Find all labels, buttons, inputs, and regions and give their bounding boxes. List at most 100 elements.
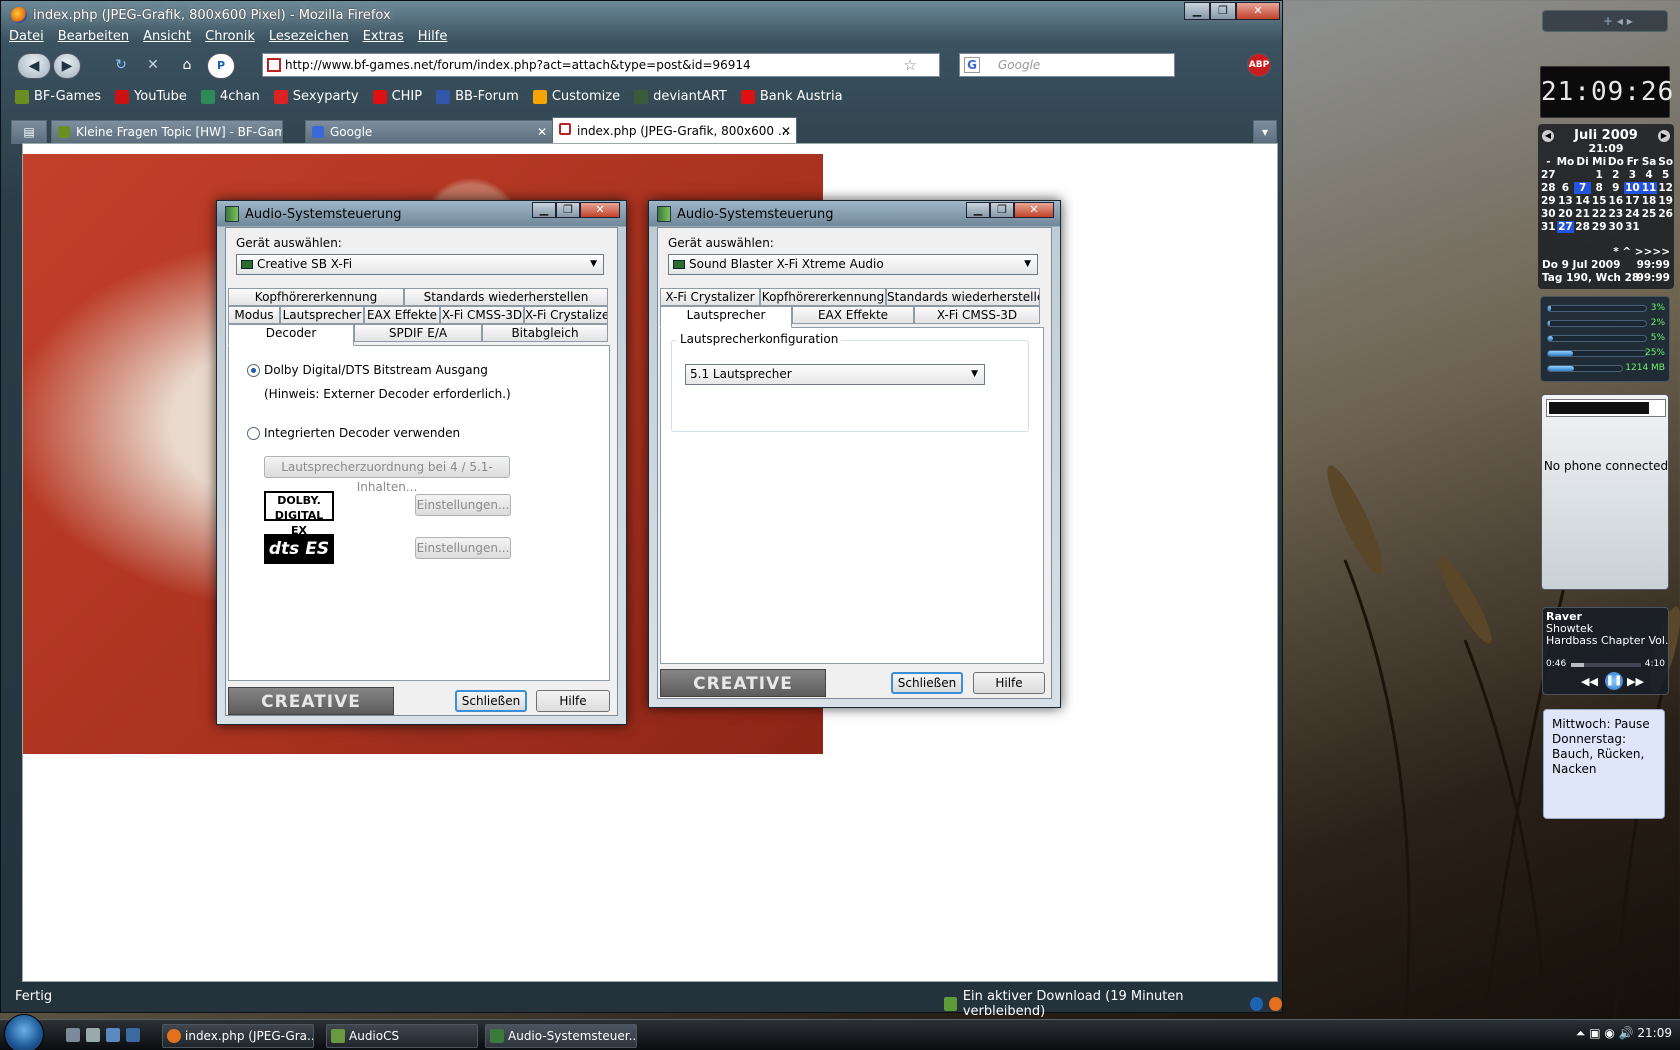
show-desktop-icon[interactable]: [66, 1028, 80, 1042]
tab-lautsprecher[interactable]: Lautsprecher: [280, 306, 364, 324]
close-button[interactable]: ✕: [1014, 202, 1054, 218]
menu-ansicht[interactable]: Ansicht: [143, 29, 191, 44]
calendar-day[interactable]: 8: [1591, 182, 1608, 194]
menu-lesezeichen[interactable]: Lesezeichen: [269, 29, 349, 44]
tab-cmss-3d[interactable]: X-Fi CMSS-3D: [914, 306, 1040, 324]
bitstream-radio[interactable]: [247, 364, 260, 377]
calendar-day[interactable]: 11: [1640, 182, 1658, 194]
addon-icon[interactable]: P: [207, 53, 235, 79]
bookmark-chip[interactable]: CHIP: [372, 89, 422, 104]
bookmark-star-icon[interactable]: ☆: [904, 54, 917, 76]
calendar-day[interactable]: 31: [1624, 221, 1641, 233]
calendar-day[interactable]: [1641, 221, 1658, 233]
tab-standards[interactable]: Standards wiederherstellen: [886, 288, 1040, 306]
menu-bearbeiten[interactable]: Bearbeiten: [58, 29, 129, 44]
quicklaunch-icon[interactable]: [126, 1028, 140, 1042]
tab-lautsprecher[interactable]: Lautsprecher: [660, 306, 792, 328]
device-select[interactable]: Sound Blaster X-Fi Xtreme Audio ▼: [668, 254, 1038, 275]
maximize-button[interactable]: ❐: [1210, 2, 1236, 20]
next-month-icon[interactable]: ▶: [1658, 130, 1670, 142]
calendar-nav[interactable]: * ^ >>>>: [1613, 246, 1670, 258]
device-select[interactable]: Creative SB X-Fi ▼: [236, 254, 604, 275]
tab-eax-effekte[interactable]: EAX Effekte: [364, 306, 440, 324]
taskbar-firefox[interactable]: index.php (JPEG-Gra...: [162, 1024, 314, 1048]
notes-gadget[interactable]: Mittwoch: Pause Donnerstag: Bauch, Rücke…: [1543, 709, 1665, 819]
forward-icon[interactable]: ▶: [53, 53, 81, 79]
calendar-day[interactable]: 20: [1557, 208, 1575, 220]
menu-hilfe[interactable]: Hilfe: [418, 29, 448, 44]
calendar-day[interactable]: 21: [1574, 208, 1591, 220]
calendar-day[interactable]: [1557, 169, 1575, 181]
close-dialog-button[interactable]: Schließen: [891, 672, 963, 694]
bookmark-sexyparty[interactable]: Sexyparty: [273, 89, 359, 104]
close-button[interactable]: ✕: [580, 202, 620, 218]
back-icon[interactable]: ◀: [17, 53, 51, 79]
internal-decoder-radio[interactable]: [247, 427, 260, 440]
rewind-icon[interactable]: ◀◀: [1581, 675, 1598, 688]
tray-icons[interactable]: ⏶ ▣ ◉ 🔊: [1576, 1026, 1638, 1040]
tab-kopfhoerererkennung[interactable]: Kopfhörererkennung: [760, 288, 886, 306]
calendar-day[interactable]: 12: [1657, 182, 1674, 194]
bookmark-bf-games[interactable]: BF-Games: [15, 89, 101, 104]
phone-select[interactable]: [1546, 399, 1666, 417]
tab-kleine-fragen[interactable]: Kleine Fragen Topic [HW] - BF-Gam...: [51, 120, 283, 144]
calendar-day[interactable]: 18: [1641, 195, 1658, 207]
tab-list-button[interactable]: ▤: [11, 120, 47, 144]
speaker-assignment-button[interactable]: Lautsprecherzuordnung bei 4 / 5.1-Inhalt…: [264, 456, 510, 494]
calendar-day[interactable]: 10: [1624, 182, 1641, 194]
adblock-icon[interactable]: ABP: [1247, 53, 1271, 77]
taskbar-audio-systemsteuerung[interactable]: Audio-Systemsteuer...: [485, 1024, 637, 1048]
minimize-button[interactable]: ▁: [532, 202, 556, 218]
calendar-day[interactable]: 6: [1557, 182, 1575, 194]
quicklaunch-icon[interactable]: [86, 1028, 100, 1042]
tray-clock[interactable]: 21:09: [1637, 1026, 1672, 1040]
dts-settings-button[interactable]: Einstellungen...: [415, 537, 511, 559]
google-icon[interactable]: G: [964, 57, 980, 73]
calendar-day[interactable]: 24: [1624, 208, 1641, 220]
calendar-day[interactable]: 29: [1591, 221, 1608, 233]
calendar-day[interactable]: 28: [1574, 221, 1591, 233]
menu-datei[interactable]: Datei: [9, 29, 44, 44]
calendar-day[interactable]: 17: [1624, 195, 1641, 207]
bookmark-4chan[interactable]: 4chan: [200, 89, 260, 104]
tab-spdif[interactable]: SPDIF E/A: [354, 324, 482, 342]
menu-extras[interactable]: Extras: [363, 29, 404, 44]
forward-icon[interactable]: ▶▶: [1627, 675, 1644, 688]
tab-cmss-3d[interactable]: X-Fi CMSS-3D: [440, 306, 524, 324]
speaker-config-select[interactable]: 5.1 Lautsprecher ▼: [685, 364, 985, 385]
bookmark-bb-forum[interactable]: BB-Forum: [436, 89, 519, 104]
tab-decoder[interactable]: Decoder: [228, 324, 354, 346]
calendar-day[interactable]: 19: [1657, 195, 1674, 207]
bookmark-youtube[interactable]: YouTube: [115, 89, 187, 104]
start-button[interactable]: [4, 1014, 44, 1050]
tab-close-icon[interactable]: ✕: [781, 118, 791, 144]
home-icon[interactable]: ⌂: [173, 53, 201, 79]
dolby-settings-button[interactable]: Einstellungen...: [415, 494, 511, 516]
menu-chronik[interactable]: Chronik: [205, 29, 255, 44]
tab-google[interactable]: Google ✕: [305, 120, 553, 144]
close-dialog-button[interactable]: Schließen: [455, 690, 527, 712]
calendar-day[interactable]: [1657, 221, 1674, 233]
calendar-day[interactable]: [1574, 169, 1591, 181]
calendar-day[interactable]: 22: [1591, 208, 1608, 220]
calendar-day[interactable]: 7: [1574, 182, 1591, 194]
close-button[interactable]: ✕: [1236, 2, 1280, 20]
tab-close-icon[interactable]: ✕: [537, 121, 547, 143]
search-input[interactable]: G Google: [959, 53, 1175, 77]
bookmark-customize[interactable]: Customize: [532, 89, 620, 104]
calendar-day[interactable]: 25: [1641, 208, 1658, 220]
calendar-day[interactable]: 15: [1591, 195, 1608, 207]
tab-modus[interactable]: Modus: [228, 306, 280, 324]
calendar-day[interactable]: 23: [1608, 208, 1625, 220]
url-bar[interactable]: http://www.bf-games.net/forum/index.php?…: [262, 53, 940, 77]
bookmark-bank-austria[interactable]: Bank Austria: [740, 89, 843, 104]
taskbar-audiocs[interactable]: AudioCS: [326, 1024, 478, 1048]
help-button[interactable]: Hilfe: [536, 690, 610, 712]
calendar-day[interactable]: 5: [1657, 169, 1674, 181]
seek-bar[interactable]: [1571, 663, 1641, 667]
tab-standards[interactable]: Standards wiederherstellen: [404, 288, 608, 306]
calendar-day[interactable]: 14: [1574, 195, 1591, 207]
calendar-day[interactable]: 30: [1608, 221, 1625, 233]
tab-bitabgleich[interactable]: Bitabgleich: [482, 324, 608, 342]
calendar-day[interactable]: 4: [1641, 169, 1658, 181]
